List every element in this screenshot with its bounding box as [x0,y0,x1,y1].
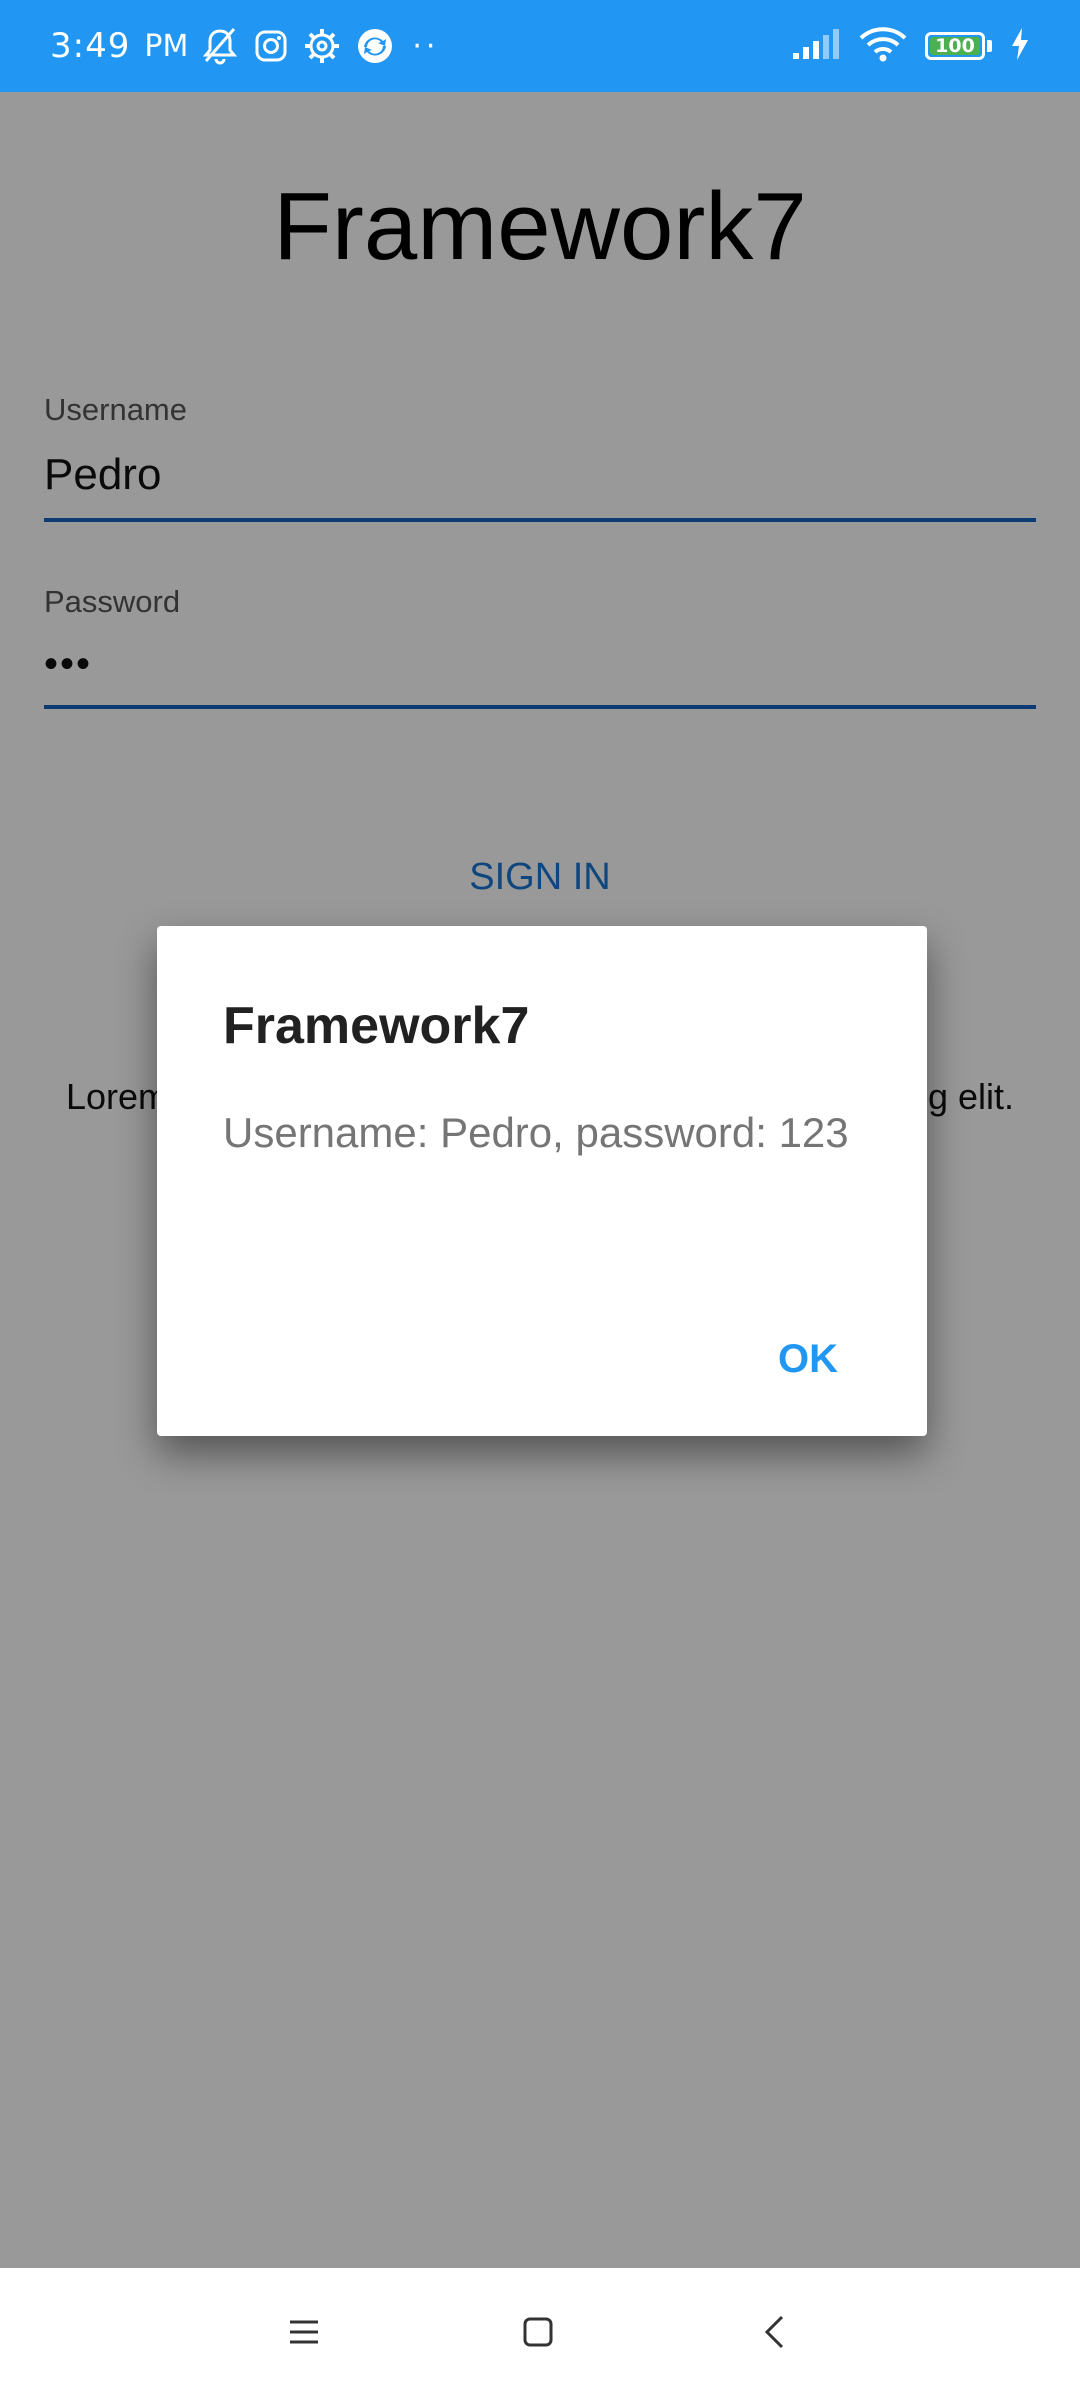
home-button[interactable] [458,2268,618,2400]
settings-gear-icon [304,28,340,64]
back-button[interactable] [694,2268,854,2400]
alert-dialog: Framework7 Username: Pedro, password: 12… [157,926,927,1436]
battery-tip [987,40,992,52]
dialog-ok-button[interactable]: OK [772,1327,844,1392]
charging-icon [1010,27,1030,65]
recent-apps-button[interactable] [224,2268,384,2400]
bell-off-icon [202,27,238,65]
home-square-icon [522,2316,554,2353]
wifi-icon [859,26,907,66]
battery-indicator: 100 [925,32,985,60]
signal-icon [791,27,841,65]
battery-level-text: 100 [935,35,975,57]
status-ampm: PM [144,28,189,64]
status-bar: 3:49 PM ·· 100 [0,0,1080,92]
dialog-message: Username: Pedro, password: 123 [223,1109,849,1156]
menu-icon [288,2318,320,2351]
instagram-icon [254,29,288,63]
dialog-title: Framework7 [223,997,530,1055]
more-notifications-icon: ·· [412,28,440,64]
status-time: 3:49 [50,26,131,66]
navigation-bar [0,2268,1080,2400]
back-chevron-icon [762,2314,786,2355]
app-notification-icon [356,27,394,65]
